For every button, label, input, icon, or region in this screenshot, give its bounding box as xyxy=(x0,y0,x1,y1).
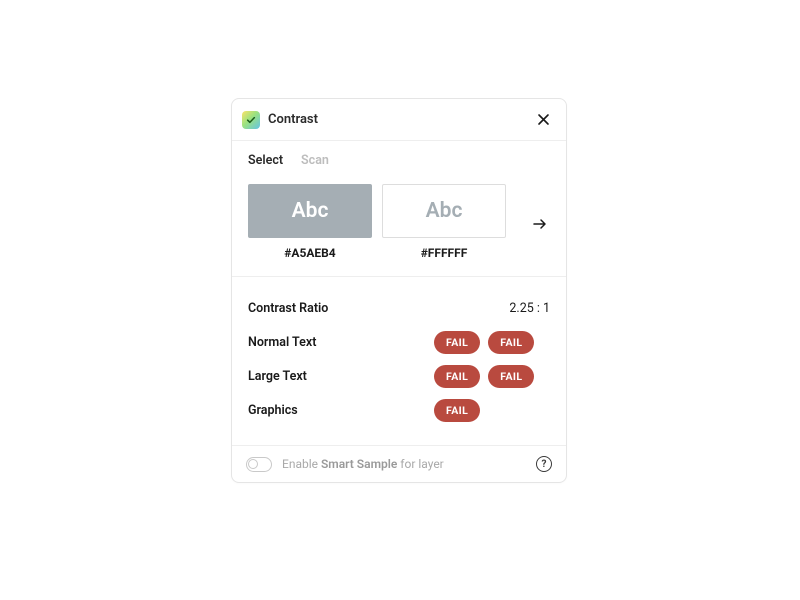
swatches: Abc #A5AEB4 Abc #FFFFFF xyxy=(232,180,566,277)
ratio-value: 2.25 : 1 xyxy=(509,301,550,316)
close-button[interactable] xyxy=(534,111,552,129)
graphics-badges: FAIL xyxy=(434,399,550,422)
footer: Enable Smart Sample for layer ? xyxy=(232,445,566,482)
foreground-swatch[interactable]: Abc xyxy=(248,184,372,238)
contrast-panel: Contrast Select Scan Abc #A5AEB4 Abc #FF… xyxy=(231,98,567,483)
row-contrast-ratio: Contrast Ratio 2.25 : 1 xyxy=(248,291,550,325)
smart-sample-toggle[interactable] xyxy=(246,457,272,472)
ratio-label: Contrast Ratio xyxy=(248,301,328,316)
close-icon xyxy=(537,113,550,126)
row-graphics: Graphics FAIL xyxy=(248,393,550,427)
normal-text-badges: FAIL FAIL xyxy=(434,331,550,354)
status-badge: FAIL xyxy=(488,365,534,388)
normal-text-label: Normal Text xyxy=(248,335,316,350)
title-left: Contrast xyxy=(242,111,318,129)
status-badge: FAIL xyxy=(488,331,534,354)
question-icon: ? xyxy=(542,459,547,470)
foreground-hex-label: #A5AEB4 xyxy=(284,246,335,260)
tab-select[interactable]: Select xyxy=(248,153,283,168)
checkmark-icon xyxy=(246,115,256,125)
footer-strong: Smart Sample xyxy=(321,457,397,471)
row-large-text: Large Text FAIL FAIL xyxy=(248,359,550,393)
background-hex-label: #FFFFFF xyxy=(421,246,468,260)
foreground-swatch-col: Abc #A5AEB4 xyxy=(248,184,372,260)
smart-sample-label: Enable Smart Sample for layer xyxy=(282,457,526,471)
large-text-label: Large Text xyxy=(248,369,307,384)
arrow-right-icon xyxy=(532,216,548,232)
footer-prefix: Enable xyxy=(282,457,321,471)
row-normal-text: Normal Text FAIL FAIL xyxy=(248,325,550,359)
status-badge: FAIL xyxy=(434,331,480,354)
tabs: Select Scan xyxy=(232,141,566,180)
tab-scan[interactable]: Scan xyxy=(301,153,329,168)
status-badge: FAIL xyxy=(434,399,480,422)
background-swatch[interactable]: Abc xyxy=(382,184,506,238)
app-icon xyxy=(242,111,260,129)
titlebar: Contrast xyxy=(232,99,566,141)
help-button[interactable]: ? xyxy=(536,456,552,472)
status-badge: FAIL xyxy=(434,365,480,388)
background-swatch-col: Abc #FFFFFF xyxy=(382,184,506,260)
graphics-label: Graphics xyxy=(248,403,298,418)
large-text-badges: FAIL FAIL xyxy=(434,365,550,388)
results: Contrast Ratio 2.25 : 1 Normal Text FAIL… xyxy=(232,277,566,445)
footer-suffix: for layer xyxy=(397,457,443,471)
swap-colors-button[interactable] xyxy=(532,216,548,232)
panel-title: Contrast xyxy=(268,112,318,127)
